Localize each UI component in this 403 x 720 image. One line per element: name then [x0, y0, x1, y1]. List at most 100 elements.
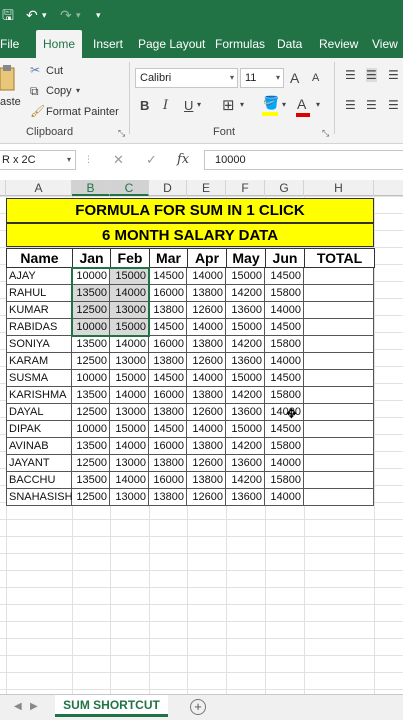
underline-dropdown-icon[interactable]: ▾ — [197, 100, 201, 109]
table-cell[interactable]: 10000 — [72, 370, 110, 387]
table-cell[interactable]: 14000 — [187, 370, 226, 387]
column-header-d[interactable]: D — [149, 180, 187, 196]
formula-input[interactable]: 10000 — [204, 150, 403, 170]
fill-color-icon[interactable]: 🪣 — [263, 95, 279, 111]
table-cell[interactable]: 13500 — [72, 336, 110, 353]
table-cell[interactable]: 13000 — [110, 404, 149, 421]
font-launcher-icon[interactable]: ⤡ — [322, 128, 329, 139]
table-cell[interactable]: 15800 — [265, 472, 304, 489]
table-cell[interactable]: 14500 — [149, 319, 187, 336]
copy-button[interactable]: Copy — [46, 85, 72, 97]
insert-function-icon[interactable]: fx — [177, 152, 189, 167]
table-cell[interactable] — [304, 319, 374, 336]
header-cell[interactable]: Jun — [265, 248, 305, 268]
table-cell[interactable]: 13600 — [226, 404, 265, 421]
tab-formulas[interactable]: Formulas — [215, 30, 265, 58]
table-cell[interactable]: RABIDAS — [6, 319, 72, 336]
table-cell[interactable]: 14000 — [265, 455, 304, 472]
table-cell[interactable]: 12500 — [72, 404, 110, 421]
table-cell[interactable]: 13600 — [226, 455, 265, 472]
redo-icon[interactable]: ↷ — [60, 6, 72, 24]
underline-button[interactable]: U — [184, 98, 193, 113]
table-cell[interactable]: 15000 — [110, 370, 149, 387]
table-cell[interactable]: 14200 — [226, 438, 265, 455]
table-cell[interactable] — [304, 404, 374, 421]
table-cell[interactable]: 14000 — [187, 421, 226, 438]
enter-icon[interactable]: ✓ — [146, 152, 157, 168]
table-cell[interactable] — [304, 353, 374, 370]
table-cell[interactable]: SUSMA — [6, 370, 72, 387]
table-cell[interactable]: DIPAK — [6, 421, 72, 438]
add-sheet-button[interactable]: + — [190, 699, 206, 715]
table-cell[interactable]: SONIYA — [6, 336, 72, 353]
table-cell[interactable]: 16000 — [149, 472, 187, 489]
table-cell[interactable] — [304, 489, 374, 506]
font-size-select[interactable]: 11 ▾ — [240, 68, 284, 88]
table-cell[interactable] — [304, 387, 374, 404]
table-cell[interactable] — [304, 370, 374, 387]
header-cell[interactable]: Name — [6, 248, 73, 268]
table-cell[interactable] — [304, 336, 374, 353]
table-cell[interactable]: 14200 — [226, 336, 265, 353]
align-bottom-icon[interactable]: ☰ — [388, 68, 399, 82]
table-cell[interactable]: 12500 — [72, 489, 110, 506]
table-cell[interactable]: 13800 — [187, 472, 226, 489]
table-cell[interactable]: SNAHASISH — [6, 489, 73, 506]
align-left-icon[interactable]: ☰ — [345, 98, 356, 112]
table-cell[interactable]: 13800 — [187, 336, 226, 353]
table-cell[interactable]: 16000 — [149, 285, 187, 302]
table-cell[interactable]: 13500 — [72, 438, 110, 455]
table-cell[interactable]: 14000 — [110, 438, 149, 455]
table-cell[interactable]: 16000 — [149, 387, 187, 404]
sheet-scroll-icon[interactable]: ◀ — [14, 701, 22, 712]
header-cell[interactable]: Apr — [187, 248, 227, 268]
table-cell[interactable]: 13800 — [187, 387, 226, 404]
customize-quick-access-icon[interactable]: ▾ — [96, 6, 101, 24]
table-cell[interactable]: 12600 — [187, 353, 226, 370]
table-cell[interactable]: 13500 — [72, 472, 110, 489]
table-cell[interactable]: AJAY — [6, 268, 72, 285]
table-cell[interactable]: 13600 — [226, 489, 265, 506]
copy-dropdown-icon[interactable]: ▾ — [76, 86, 80, 95]
align-right-icon[interactable]: ☰ — [388, 98, 399, 112]
table-cell[interactable]: 14000 — [110, 336, 149, 353]
table-cell[interactable]: 13800 — [149, 404, 187, 421]
paste-icon[interactable] — [0, 64, 18, 92]
font-color-dropdown-icon[interactable]: ▾ — [316, 100, 320, 109]
table-cell[interactable]: 13600 — [226, 302, 265, 319]
column-header-a[interactable]: A — [6, 180, 72, 196]
table-cell[interactable]: KARAM — [6, 353, 72, 370]
table-cell[interactable] — [304, 302, 374, 319]
clipboard-launcher-icon[interactable]: ⤡ — [118, 128, 125, 139]
column-header-f[interactable]: F — [226, 180, 265, 196]
column-header-g[interactable]: G — [265, 180, 304, 196]
header-cell[interactable]: Feb — [110, 248, 150, 268]
grow-font-icon[interactable]: A — [290, 70, 299, 86]
table-cell[interactable]: KUMAR — [6, 302, 72, 319]
table-cell[interactable]: 12500 — [72, 353, 110, 370]
table-cell[interactable]: 15000 — [226, 421, 265, 438]
table-cell[interactable]: 13000 — [110, 353, 149, 370]
save-icon[interactable]: 🖫 — [2, 6, 14, 24]
copy-icon[interactable]: ⧉ — [30, 84, 39, 99]
table-cell[interactable]: 12600 — [187, 489, 226, 506]
format-painter-button[interactable]: Format Painter — [46, 106, 119, 118]
table-cell[interactable]: 14500 — [265, 319, 304, 336]
table-cell[interactable]: 13800 — [187, 438, 226, 455]
tab-file[interactable]: File — [0, 30, 19, 58]
table-cell[interactable]: 13800 — [149, 455, 187, 472]
table-cell[interactable]: 12500 — [72, 455, 110, 472]
table-cell[interactable]: 14500 — [265, 421, 304, 438]
table-cell[interactable]: 14000 — [265, 489, 304, 506]
undo-dropdown-icon[interactable]: ▾ — [42, 6, 47, 24]
table-cell[interactable]: 12600 — [187, 302, 226, 319]
table-cell[interactable]: 15000 — [226, 268, 265, 285]
sheet-tab-sum-shortcut[interactable]: SUM SHORTCUT — [55, 695, 168, 717]
table-cell[interactable]: 14000 — [265, 353, 304, 370]
table-cell[interactable]: 13800 — [149, 353, 187, 370]
table-cell[interactable] — [304, 268, 374, 285]
name-box[interactable]: R x 2C ▾ — [0, 150, 76, 170]
borders-icon[interactable]: ⊞ — [222, 96, 235, 114]
table-cell[interactable]: 14500 — [149, 370, 187, 387]
table-cell[interactable]: 13800 — [187, 285, 226, 302]
